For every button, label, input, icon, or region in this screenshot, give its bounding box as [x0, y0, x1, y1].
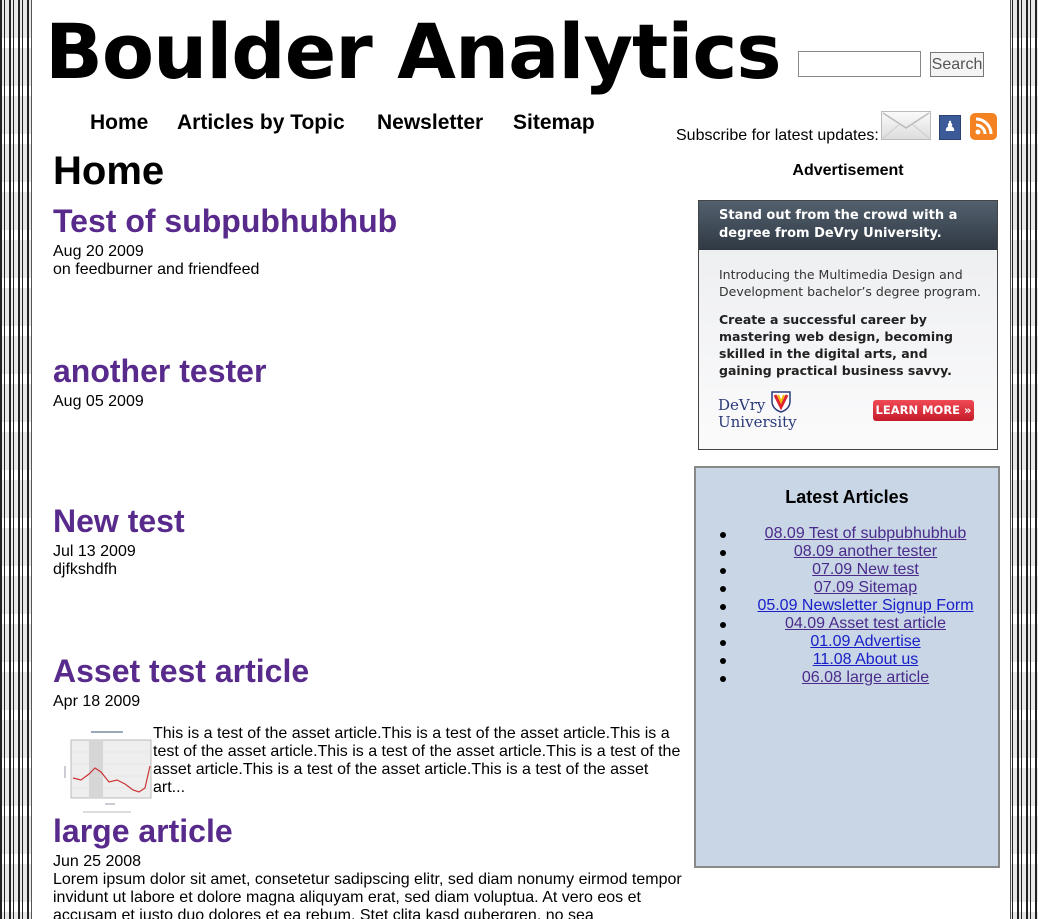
latest-article-link[interactable]: 04.09 Asset test article — [748, 615, 946, 632]
search-input[interactable] — [798, 51, 921, 77]
article: New test Jul 13 2009 djfkshdfh — [53, 503, 683, 579]
list-item: 07.09 Sitemap — [696, 579, 998, 597]
page-title: Home — [53, 149, 165, 193]
list-item: 06.08 large article — [696, 669, 998, 687]
nav-newsletter[interactable]: Newsletter — [377, 111, 483, 135]
article-title[interactable]: large article — [53, 813, 683, 849]
article-date: Jun 25 2008 — [53, 853, 142, 870]
article: large article Jun 25 2008 Lorem ipsum do… — [53, 813, 683, 919]
ad-headline: Stand out from the crowd with a degree f… — [699, 201, 997, 250]
article: Asset test article Apr 18 2009 This is a… — [53, 653, 683, 816]
latest-article-link[interactable]: 08.09 Test of subpubhubhub — [728, 525, 967, 542]
advertisement[interactable]: Stand out from the crowd with a degree f… — [698, 200, 998, 450]
list-item: 01.09 Advertise — [696, 633, 998, 651]
article-excerpt: This is a test of the asset article.This… — [153, 725, 681, 796]
site-title[interactable]: Boulder Analytics — [45, 14, 782, 90]
latest-articles-list: 08.09 Test of subpubhubhub 08.09 another… — [696, 525, 998, 687]
latest-article-link[interactable]: 07.09 New test — [775, 561, 919, 578]
latest-article-link[interactable]: 07.09 Sitemap — [777, 579, 917, 596]
article-excerpt: Lorem ipsum dolor sit amet, consetetur s… — [53, 871, 682, 919]
nav-sitemap[interactable]: Sitemap — [513, 111, 595, 135]
list-item: 04.09 Asset test article — [696, 615, 998, 633]
ad-label: Advertisement — [792, 162, 904, 179]
learn-more-button[interactable]: LEARN MORE » — [873, 400, 974, 421]
article-excerpt: on feedburner and friendfeed — [53, 261, 260, 278]
nav-articles-by-topic[interactable]: Articles by Topic — [177, 111, 345, 135]
latest-article-link[interactable]: 11.08 About us — [776, 651, 919, 668]
rss-icon[interactable] — [970, 113, 997, 140]
article-title[interactable]: another tester — [53, 353, 683, 389]
subscribe-label: Subscribe for latest updates: — [676, 127, 879, 144]
article-date: Apr 18 2009 — [53, 693, 141, 710]
article-title[interactable]: New test — [53, 503, 683, 539]
list-item: 11.08 About us — [696, 651, 998, 669]
article-thumbnail[interactable] — [61, 726, 153, 816]
ad-body: Introducing the Multimedia Design and De… — [699, 250, 997, 449]
article-date: Aug 20 2009 — [53, 243, 144, 260]
latest-article-link[interactable]: 01.09 Advertise — [773, 633, 920, 650]
shield-icon — [771, 391, 791, 413]
search-button[interactable]: Search — [930, 52, 984, 77]
latest-article-link[interactable]: 08.09 another tester — [757, 543, 937, 560]
article-title[interactable]: Test of subpubhubhub — [53, 203, 683, 239]
list-item: 07.09 New test — [696, 561, 998, 579]
ad-description: Create a successful career by mastering … — [719, 312, 954, 378]
list-item: 08.09 another tester — [696, 543, 998, 561]
ad-intro: Introducing the Multimedia Design and De… — [719, 267, 982, 299]
facebook-icon[interactable]: ♟ — [939, 115, 961, 140]
latest-article-link[interactable]: 06.08 large article — [765, 669, 929, 686]
article-excerpt: djfkshdfh — [53, 561, 118, 578]
article: Test of subpubhubhub Aug 20 2009 on feed… — [53, 203, 683, 279]
nav-home[interactable]: Home — [90, 111, 148, 135]
page: Boulder Analytics Search Home Articles b… — [31, 0, 1011, 919]
article: another tester Aug 05 2009 — [53, 353, 683, 411]
latest-articles-panel: Latest Articles 08.09 Test of subpubhubh… — [694, 466, 1000, 868]
latest-articles-title: Latest Articles — [785, 487, 909, 507]
article-date: Jul 13 2009 — [53, 543, 136, 560]
email-icon[interactable] — [881, 111, 931, 140]
ad-logo-line2: University — [718, 413, 797, 431]
article-date: Aug 05 2009 — [53, 393, 144, 410]
list-item: 08.09 Test of subpubhubhub — [696, 525, 998, 543]
article-title[interactable]: Asset test article — [53, 653, 683, 689]
latest-article-link[interactable]: 05.09 Newsletter Signup Form — [720, 597, 973, 614]
list-item: 05.09 Newsletter Signup Form — [696, 597, 998, 615]
